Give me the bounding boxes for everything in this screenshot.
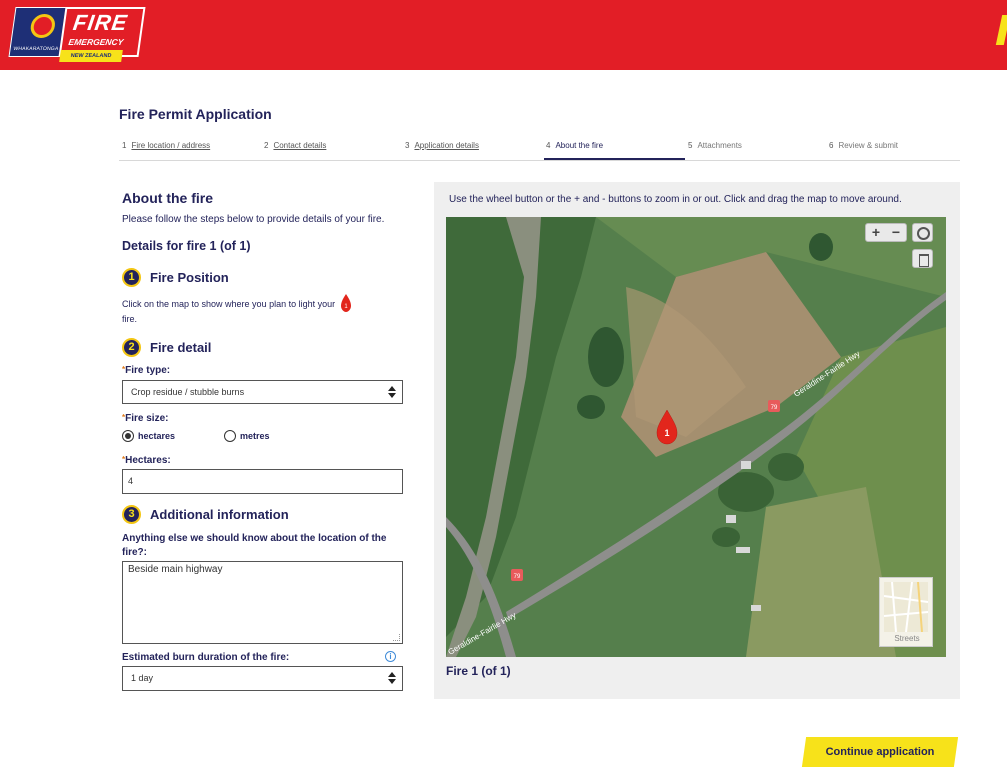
map-caption: Fire 1 (of 1): [446, 664, 511, 678]
section-title: Fire detail: [150, 339, 212, 355]
trash-icon[interactable]: [912, 249, 933, 268]
fire-details-heading: Details for fire 1 (of 1): [122, 239, 251, 253]
progress-stepper: 1 Fire location / address 2 Contact detail…: [119, 137, 960, 161]
map-instructions: Use the wheel button or the + and - butt…: [449, 194, 902, 205]
step-fire-location[interactable]: 1 Fire location / address: [122, 141, 210, 150]
zoom-control: + −: [865, 223, 907, 242]
additional-info-label: Anything else we should know about the l…: [122, 533, 387, 558]
burn-duration-select[interactable]: 1 day: [122, 666, 403, 691]
basemap-label: Streets: [894, 634, 920, 643]
site-header: WHAKARATONGA IWI FIRE EMERGENCY NEW ZEAL…: [0, 0, 1007, 70]
step-badge: 1: [122, 267, 141, 287]
select-arrows-icon: [388, 672, 396, 684]
radio-circle: [122, 430, 134, 442]
step-about-the-fire: 4 About the fire: [546, 141, 604, 150]
fire-size-options: hectares metres: [122, 430, 403, 444]
step-attachments: 5 Attachments: [688, 141, 742, 150]
basemap-toggle[interactable]: Streets: [879, 577, 933, 647]
route-shield: 79: [514, 574, 521, 580]
fire-type-select[interactable]: Crop residue / stubble burns: [122, 380, 403, 404]
fire-type-label: *Fire type:: [122, 365, 171, 376]
fire-marker-icon: 1: [340, 294, 351, 312]
step-badge: 3: [122, 504, 141, 524]
additional-info-heading: 3 Additional information: [122, 504, 289, 524]
step-application-details[interactable]: 3 Application details: [405, 141, 479, 150]
section-title: Fire Position: [150, 269, 229, 285]
logo-title: FIRE: [71, 10, 130, 35]
fire-detail-heading: 2 Fire detail: [122, 337, 211, 357]
step-contact-details[interactable]: 2 Contact details: [264, 141, 326, 150]
fire-position-instructions: Click on the map to show where you plan …: [122, 294, 387, 326]
select-arrows-icon: [388, 386, 396, 398]
active-step-indicator: [544, 158, 685, 160]
map-imagery: Geraldine-Fairlie Hwy Geraldine-Fairlie …: [446, 217, 946, 657]
radio-circle: [224, 430, 236, 442]
page-title: Fire Permit Application: [119, 106, 272, 122]
radio-metres[interactable]: metres: [224, 430, 270, 442]
street-map-thumbnail: [884, 582, 928, 632]
resize-grip-icon[interactable]: [393, 634, 400, 641]
crest-icon: [29, 14, 57, 38]
step-review-submit: 6 Review & submit: [829, 141, 899, 150]
info-icon[interactable]: i: [385, 651, 396, 662]
section-heading: About the fire: [122, 190, 213, 206]
zoom-out-button[interactable]: −: [886, 224, 906, 241]
header-accent: [995, 15, 1007, 45]
logo-country: NEW ZEALAND: [59, 50, 123, 62]
continue-label: Continue application: [825, 746, 935, 758]
radio-hectares[interactable]: hectares: [122, 430, 175, 442]
burn-duration-label: Estimated burn duration of the fire:: [122, 652, 290, 663]
hectares-input[interactable]: 4: [122, 469, 403, 494]
step-badge: 2: [122, 337, 141, 357]
logo-subtitle: EMERGENCY: [67, 37, 125, 47]
intro-text: Please follow the steps below to provide…: [122, 214, 385, 225]
hectares-label: *Hectares:: [122, 455, 171, 466]
additional-info-textarea[interactable]: Beside main highway: [122, 561, 403, 644]
zoom-in-button[interactable]: +: [866, 224, 886, 241]
continue-application-button[interactable]: Continue application: [801, 737, 959, 767]
route-shield: 79: [771, 405, 778, 411]
fire-emergency-logo[interactable]: WHAKARATONGA IWI FIRE EMERGENCY NEW ZEAL…: [8, 5, 146, 63]
map-panel: Use the wheel button or the + and - butt…: [434, 182, 960, 699]
section-title: Additional information: [150, 506, 289, 522]
satellite-map[interactable]: Geraldine-Fairlie Hwy Geraldine-Fairlie …: [446, 217, 946, 657]
locate-icon[interactable]: [912, 223, 933, 242]
fire-marker-number: 1: [664, 428, 669, 438]
fire-position-heading: 1 Fire Position: [122, 267, 229, 287]
fire-size-label: *Fire size:: [122, 413, 169, 424]
